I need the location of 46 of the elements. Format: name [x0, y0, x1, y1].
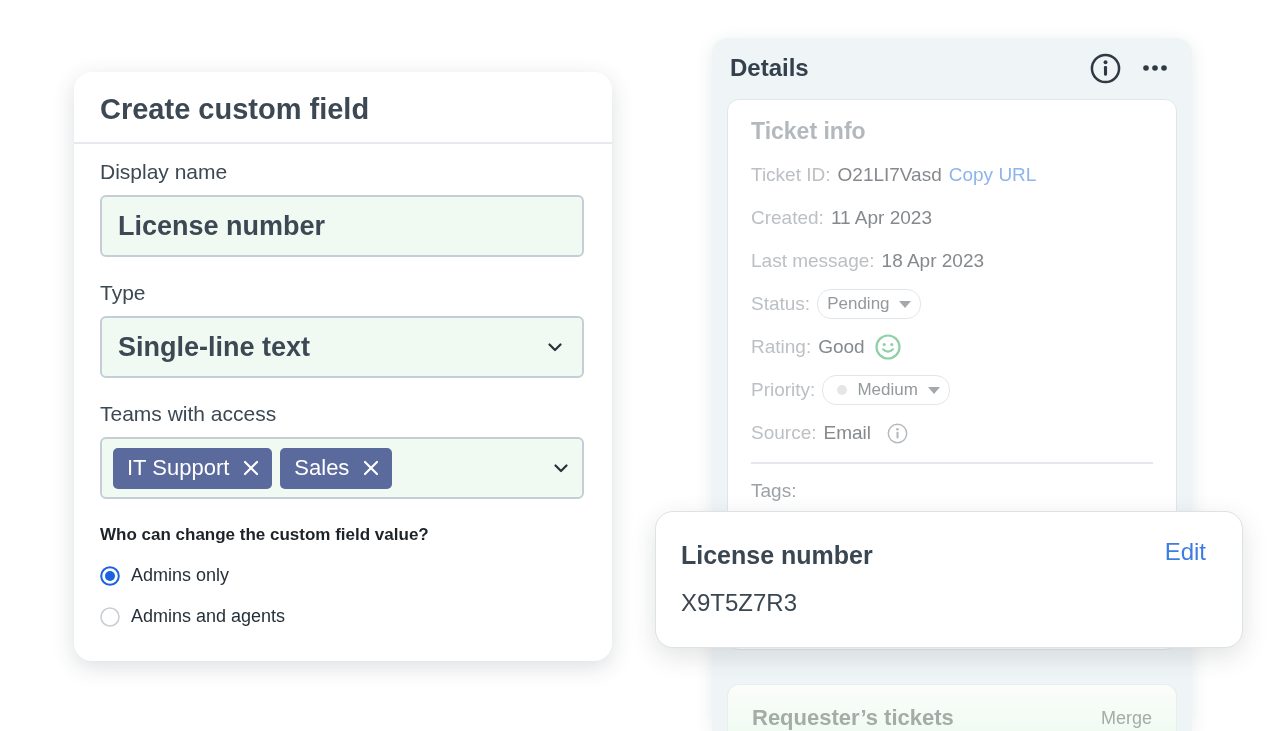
section-title: Requester’s tickets — [752, 705, 954, 731]
dialog-title: Create custom field — [100, 92, 371, 126]
more-options-icon[interactable] — [1143, 65, 1167, 72]
field-label: Priority: — [751, 379, 816, 402]
copy-url-link[interactable]: Copy URL — [948, 164, 1037, 187]
status-dropdown[interactable]: Pending — [817, 289, 921, 320]
field-value: Good — [818, 336, 865, 359]
field-value: X9T5Z7R3 — [681, 588, 799, 618]
field-value: 18 Apr 2023 — [881, 250, 985, 273]
panel-title: Details — [730, 54, 809, 83]
field-label: Type — [100, 280, 146, 306]
radio-label: Admins only — [131, 565, 230, 586]
smiley-face-icon — [874, 334, 901, 361]
field-label: Source: — [751, 422, 817, 445]
field-label: Display name — [100, 159, 228, 185]
field-label: Teams with access — [100, 401, 277, 427]
radio-button[interactable] — [100, 565, 120, 586]
edit-link[interactable]: Edit — [1164, 538, 1206, 566]
field-label: Tags: — [751, 478, 797, 503]
chevron-down-icon — [548, 342, 562, 352]
merge-link[interactable]: Merge — [1100, 705, 1152, 731]
question-label: Who can change the custom field value? — [100, 524, 429, 546]
dot-icon — [837, 385, 848, 396]
field-label: Ticket ID: — [751, 164, 831, 187]
teams-select[interactable]: IT Support Sales — [100, 437, 584, 499]
field-label: Created: — [751, 207, 824, 230]
popup-title: License number — [681, 540, 873, 571]
close-icon[interactable] — [243, 460, 260, 476]
field-value: O21LI7Vasd — [837, 164, 942, 187]
chevron-down-icon — [554, 463, 568, 473]
caret-down-icon — [898, 300, 911, 308]
radio-label: Admins and agents — [131, 606, 286, 627]
info-icon[interactable] — [1090, 52, 1121, 84]
field-value: Email — [823, 422, 871, 445]
close-icon[interactable] — [363, 460, 380, 476]
section-title: Ticket info — [751, 116, 866, 146]
caret-down-icon — [927, 386, 940, 394]
field-value: 11 Apr 2023 — [830, 207, 932, 230]
text-input-field[interactable]: License number — [100, 195, 584, 257]
priority-dropdown[interactable]: Medium — [822, 375, 950, 406]
field-label: Status: — [751, 293, 811, 316]
field-label: Last message: — [751, 250, 875, 273]
field-label: Rating: — [751, 336, 812, 359]
chip-label: Sales — [294, 455, 350, 481]
chip-label: IT Support — [127, 455, 230, 481]
type-select[interactable]: Single-line text — [100, 316, 584, 378]
